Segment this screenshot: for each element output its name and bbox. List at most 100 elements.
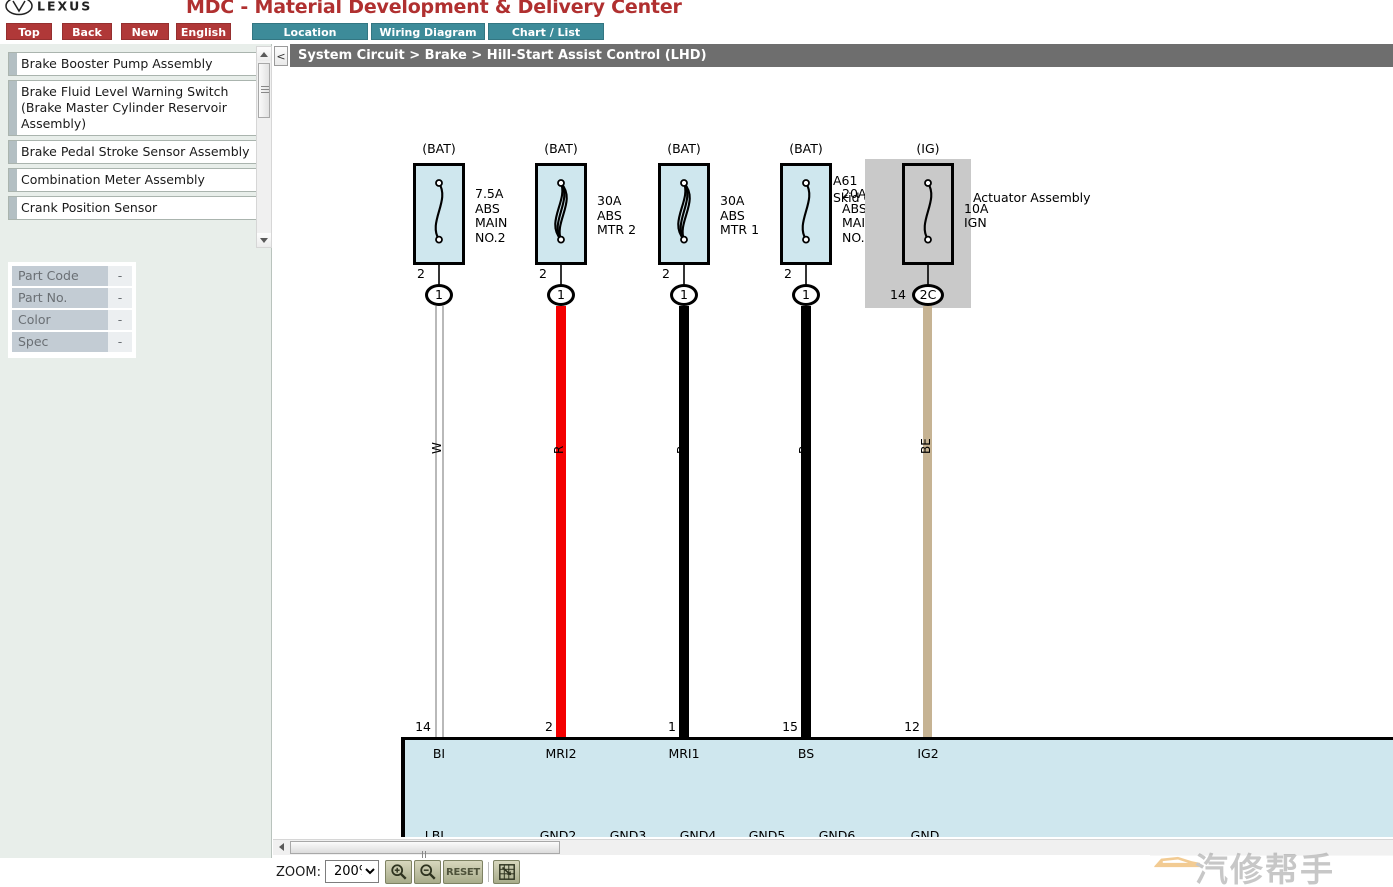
ecu-pin-name: MRI2	[545, 746, 577, 761]
wire-color-label: R	[552, 445, 566, 454]
fuse-rating-line: IGN	[964, 215, 987, 230]
fuse-rating-line: ABS	[475, 200, 500, 216]
fuse-rating-line: MTR 1	[720, 222, 760, 238]
wire-beige	[923, 306, 932, 737]
table-row: Spec -	[12, 332, 132, 352]
zoom-in-button[interactable]	[385, 860, 412, 884]
ecu-pin-number: 15	[782, 719, 798, 734]
connector-node[interactable]: 1	[425, 284, 453, 306]
part-code-value: -	[108, 266, 132, 286]
zoom-label: ZOOM:	[276, 865, 321, 880]
fuse-box[interactable]	[658, 163, 710, 265]
nav-button-new[interactable]: New	[121, 23, 169, 40]
fuse-element-icon	[923, 179, 933, 244]
fit-to-window-button[interactable]	[493, 860, 520, 884]
nav-button-location[interactable]: Location	[252, 23, 368, 40]
nav-button-wiring-diagram[interactable]: Wiring Diagram	[371, 23, 485, 40]
scroll-down-arrow-icon[interactable]	[257, 233, 271, 247]
fuse-rating-line: NO.2	[475, 229, 506, 245]
ecu-pin-name: BI	[432, 746, 446, 761]
fuse-box[interactable]	[780, 163, 832, 265]
scrollbar-thumb[interactable]	[258, 63, 270, 118]
fuse-element-icon	[677, 179, 691, 244]
fuse-rating-line: ABS	[597, 207, 622, 223]
fuse-rating-label: 30A ABS MTR 2	[597, 194, 636, 238]
spec-value: -	[108, 332, 132, 352]
zoom-select[interactable]: 50%75%100%150%200%300%400%	[325, 860, 379, 883]
fuse-source-label: (BAT)	[789, 141, 823, 156]
ecu-ground-pin: GND6	[818, 828, 856, 837]
fuse-source-label: (BAT)	[422, 141, 456, 156]
connector-node[interactable]: 1	[547, 284, 575, 306]
magnifier-minus-icon	[419, 864, 436, 880]
fuse-rating-line: 7.5A	[475, 186, 504, 201]
list-item[interactable]: Brake Fluid Level Warning Switch (Brake …	[8, 80, 258, 136]
fuse-rating-label: 30A ABS MTR 1	[720, 194, 759, 238]
navigation-bar: Top Back New English Location Wiring Dia…	[0, 23, 1393, 43]
table-row: Part Code -	[12, 266, 132, 286]
parts-list-scrollbar[interactable]	[256, 46, 272, 248]
fuse-rating-line: 20A	[842, 186, 867, 201]
watermark-text: 汽修帮手	[1195, 850, 1335, 887]
list-item[interactable]: Combination Meter Assembly	[8, 168, 258, 192]
zoom-reset-button[interactable]: RESET	[443, 860, 483, 884]
fuse-rating-line: ABS	[842, 200, 867, 216]
grip-icon	[261, 86, 269, 93]
fuse-box[interactable]	[902, 163, 954, 265]
svg-text:LEXUS: LEXUS	[37, 0, 92, 14]
grip-icon	[421, 844, 429, 878]
wire-b	[801, 306, 811, 737]
list-item[interactable]: Brake Pedal Stroke Sensor Assembly	[8, 140, 258, 164]
scroll-left-arrow-icon[interactable]	[274, 840, 288, 854]
fuse-element-icon	[554, 179, 568, 244]
scroll-up-arrow-icon[interactable]	[257, 47, 271, 61]
fuse-element-icon	[434, 179, 444, 244]
wire-color-label: B	[797, 445, 811, 454]
ecu-ground-pin: GND3	[609, 828, 647, 837]
toolbar-divider	[488, 862, 489, 882]
fuse-rating-label: 10A IGN	[964, 200, 989, 231]
nav-button-back[interactable]: Back	[62, 23, 112, 40]
nav-button-top[interactable]: Top	[6, 23, 52, 40]
scrollbar-thumb[interactable]	[290, 841, 560, 878]
ecu-ground-pin: LBL	[424, 828, 448, 837]
fuse-box[interactable]	[535, 163, 587, 265]
page-title: MDC - Material Development & Delivery Ce…	[186, 0, 682, 18]
table-row: Part No. -	[12, 288, 132, 308]
fuse-rating-line: MAIN	[475, 215, 508, 230]
fuse-rating-line: 30A	[597, 193, 622, 209]
fuse-element-icon	[801, 179, 811, 244]
fuse-source-label: (BAT)	[667, 141, 701, 156]
list-item[interactable]: Crank Position Sensor	[8, 196, 258, 220]
wiring-diagram-canvas[interactable]: A61Skid Control ECU with Actuator Assemb…	[273, 67, 1393, 837]
ecu-ground-pin: GND2	[539, 828, 577, 837]
ecu-pin-number: 1	[668, 719, 676, 734]
zoom-out-button[interactable]	[414, 860, 441, 884]
fuse-rating-line: 10A	[964, 200, 989, 216]
connector-node[interactable]: 2C	[912, 284, 944, 306]
watermark: 汽修帮手	[1150, 840, 1393, 887]
collapse-sidebar-button[interactable]: <	[274, 46, 288, 66]
nav-button-english[interactable]: English	[176, 23, 231, 40]
application-window: LEXUS MDC - Material Development & Deliv…	[0, 0, 1393, 887]
color-value: -	[108, 310, 132, 330]
ecu-ground-pin: GND4	[679, 828, 717, 837]
spec-label: Spec	[12, 332, 108, 352]
fuse-box[interactable]	[413, 163, 465, 265]
connector-node[interactable]: 1	[670, 284, 698, 306]
nav-button-chart-list[interactable]: Chart / List	[488, 23, 604, 40]
connector-node[interactable]: 1	[792, 284, 820, 306]
ecu-ground-pin: GND5	[748, 828, 786, 837]
fuse-source-label: (IG)	[916, 141, 940, 156]
diagram-content: A61Skid Control ECU with Actuator Assemb…	[273, 67, 1393, 837]
ecu-pin-number: 14	[415, 719, 431, 734]
app-header: LEXUS MDC - Material Development & Deliv…	[0, 0, 1393, 22]
ecu-pin-number: 12	[904, 719, 920, 734]
ecu-pin-name: MRI1	[668, 746, 700, 761]
list-item[interactable]: Brake Booster Pump Assembly	[8, 52, 258, 76]
parts-list[interactable]: Brake Booster Pump Assembly Brake Fluid …	[8, 52, 258, 257]
wire-b	[679, 306, 689, 737]
wire-color-label: B	[675, 445, 689, 454]
fuse-source-label: (BAT)	[544, 141, 578, 156]
breadcrumb: System Circuit > Brake > Hill-Start Assi…	[290, 44, 1393, 67]
